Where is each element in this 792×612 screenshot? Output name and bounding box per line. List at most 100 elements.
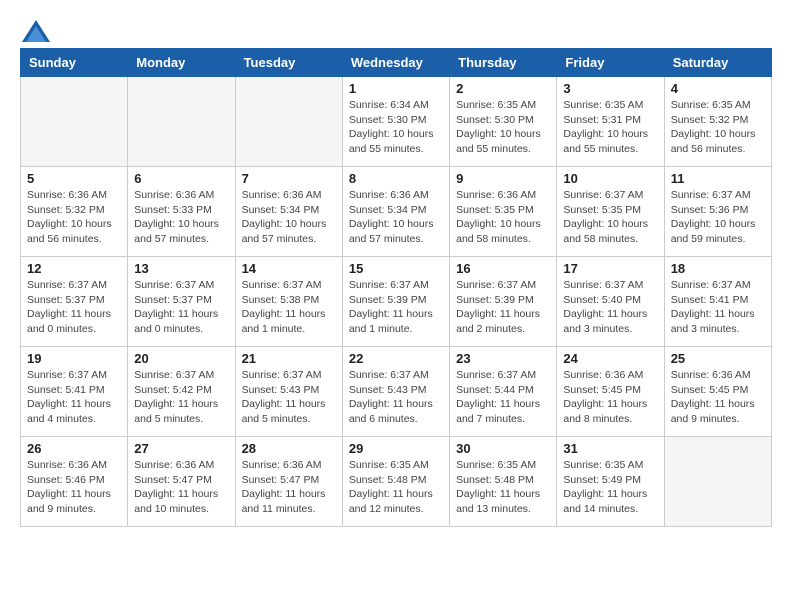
day-number: 1	[349, 81, 443, 96]
calendar-day-cell: 11 Sunrise: 6:37 AM Sunset: 5:36 PM Dayli…	[664, 167, 771, 257]
day-info: Sunrise: 6:37 AM Sunset: 5:42 PM Dayligh…	[134, 368, 228, 427]
day-info: Sunrise: 6:35 AM Sunset: 5:49 PM Dayligh…	[563, 458, 657, 517]
day-info: Sunrise: 6:37 AM Sunset: 5:40 PM Dayligh…	[563, 278, 657, 337]
day-number: 14	[242, 261, 336, 276]
day-number: 21	[242, 351, 336, 366]
calendar-day-cell: 30 Sunrise: 6:35 AM Sunset: 5:48 PM Dayli…	[450, 437, 557, 527]
day-info: Sunrise: 6:36 AM Sunset: 5:46 PM Dayligh…	[27, 458, 121, 517]
day-number: 24	[563, 351, 657, 366]
day-info: Sunrise: 6:36 AM Sunset: 5:45 PM Dayligh…	[563, 368, 657, 427]
day-info: Sunrise: 6:34 AM Sunset: 5:30 PM Dayligh…	[349, 98, 443, 157]
day-number: 2	[456, 81, 550, 96]
calendar-day-cell: 12Sunrise: 6:37 AM Sunset: 5:37 PM Dayli…	[21, 257, 128, 347]
day-number: 30	[456, 441, 550, 456]
weekday-header-friday: Friday	[557, 49, 664, 77]
calendar-week-row: 12Sunrise: 6:37 AM Sunset: 5:37 PM Dayli…	[21, 257, 772, 347]
weekday-header-row: SundayMondayTuesdayWednesdayThursdayFrid…	[21, 49, 772, 77]
day-number: 17	[563, 261, 657, 276]
day-info: Sunrise: 6:36 AM Sunset: 5:32 PM Dayligh…	[27, 188, 121, 247]
day-info: Sunrise: 6:37 AM Sunset: 5:39 PM Dayligh…	[456, 278, 550, 337]
calendar-day-cell: 18Sunrise: 6:37 AM Sunset: 5:41 PM Dayli…	[664, 257, 771, 347]
day-number: 19	[27, 351, 121, 366]
weekday-header-tuesday: Tuesday	[235, 49, 342, 77]
day-info: Sunrise: 6:35 AM Sunset: 5:31 PM Dayligh…	[563, 98, 657, 157]
day-info: Sunrise: 6:37 AM Sunset: 5:41 PM Dayligh…	[671, 278, 765, 337]
day-number: 16	[456, 261, 550, 276]
calendar-day-cell: 29 Sunrise: 6:35 AM Sunset: 5:48 PM Dayli…	[342, 437, 449, 527]
logo-icon	[22, 20, 50, 42]
day-number: 27	[134, 441, 228, 456]
calendar-week-row: 19 Sunrise: 6:37 AM Sunset: 5:41 PM Dayli…	[21, 347, 772, 437]
calendar-day-cell: 21 Sunrise: 6:37 AM Sunset: 5:43 PM Dayli…	[235, 347, 342, 437]
weekday-header-saturday: Saturday	[664, 49, 771, 77]
day-number: 9	[456, 171, 550, 186]
calendar-day-cell	[235, 77, 342, 167]
page-header	[20, 20, 772, 38]
day-info: Sunrise: 6:37 AM Sunset: 5:43 PM Dayligh…	[242, 368, 336, 427]
day-info: Sunrise: 6:35 AM Sunset: 5:30 PM Dayligh…	[456, 98, 550, 157]
day-number: 22	[349, 351, 443, 366]
day-info: Sunrise: 6:37 AM Sunset: 5:38 PM Dayligh…	[242, 278, 336, 337]
calendar-week-row: 26 Sunrise: 6:36 AM Sunset: 5:46 PM Dayli…	[21, 437, 772, 527]
day-info: Sunrise: 6:37 AM Sunset: 5:44 PM Dayligh…	[456, 368, 550, 427]
weekday-header-monday: Monday	[128, 49, 235, 77]
day-info: Sunrise: 6:36 AM Sunset: 5:45 PM Dayligh…	[671, 368, 765, 427]
day-number: 29	[349, 441, 443, 456]
day-info: Sunrise: 6:36 AM Sunset: 5:47 PM Dayligh…	[242, 458, 336, 517]
day-info: Sunrise: 6:37 AM Sunset: 5:37 PM Dayligh…	[27, 278, 121, 337]
calendar-day-cell: 20 Sunrise: 6:37 AM Sunset: 5:42 PM Dayli…	[128, 347, 235, 437]
calendar-day-cell	[664, 437, 771, 527]
logo	[20, 20, 50, 38]
day-info: Sunrise: 6:36 AM Sunset: 5:47 PM Dayligh…	[134, 458, 228, 517]
calendar-day-cell: 22 Sunrise: 6:37 AM Sunset: 5:43 PM Dayli…	[342, 347, 449, 437]
day-number: 5	[27, 171, 121, 186]
weekday-header-thursday: Thursday	[450, 49, 557, 77]
calendar-day-cell: 1 Sunrise: 6:34 AM Sunset: 5:30 PM Daylig…	[342, 77, 449, 167]
day-info: Sunrise: 6:37 AM Sunset: 5:43 PM Dayligh…	[349, 368, 443, 427]
day-number: 8	[349, 171, 443, 186]
day-info: Sunrise: 6:37 AM Sunset: 5:36 PM Dayligh…	[671, 188, 765, 247]
calendar-day-cell: 27 Sunrise: 6:36 AM Sunset: 5:47 PM Dayli…	[128, 437, 235, 527]
calendar-day-cell: 10 Sunrise: 6:37 AM Sunset: 5:35 PM Dayli…	[557, 167, 664, 257]
calendar-day-cell: 8Sunrise: 6:36 AM Sunset: 5:34 PM Daylig…	[342, 167, 449, 257]
weekday-header-wednesday: Wednesday	[342, 49, 449, 77]
calendar-day-cell: 13Sunrise: 6:37 AM Sunset: 5:37 PM Dayli…	[128, 257, 235, 347]
day-info: Sunrise: 6:37 AM Sunset: 5:37 PM Dayligh…	[134, 278, 228, 337]
calendar-week-row: 5 Sunrise: 6:36 AM Sunset: 5:32 PM Daylig…	[21, 167, 772, 257]
weekday-header-sunday: Sunday	[21, 49, 128, 77]
calendar-day-cell	[128, 77, 235, 167]
day-info: Sunrise: 6:35 AM Sunset: 5:32 PM Dayligh…	[671, 98, 765, 157]
calendar-table: SundayMondayTuesdayWednesdayThursdayFrid…	[20, 48, 772, 527]
calendar-day-cell: 7 Sunrise: 6:36 AM Sunset: 5:34 PM Daylig…	[235, 167, 342, 257]
calendar-day-cell: 2 Sunrise: 6:35 AM Sunset: 5:30 PM Daylig…	[450, 77, 557, 167]
day-info: Sunrise: 6:35 AM Sunset: 5:48 PM Dayligh…	[456, 458, 550, 517]
day-number: 20	[134, 351, 228, 366]
day-info: Sunrise: 6:36 AM Sunset: 5:34 PM Dayligh…	[242, 188, 336, 247]
day-number: 10	[563, 171, 657, 186]
calendar-day-cell: 4Sunrise: 6:35 AM Sunset: 5:32 PM Daylig…	[664, 77, 771, 167]
calendar-day-cell: 24 Sunrise: 6:36 AM Sunset: 5:45 PM Dayli…	[557, 347, 664, 437]
calendar-day-cell: 26 Sunrise: 6:36 AM Sunset: 5:46 PM Dayli…	[21, 437, 128, 527]
calendar-day-cell: 19 Sunrise: 6:37 AM Sunset: 5:41 PM Dayli…	[21, 347, 128, 437]
calendar-day-cell: 16 Sunrise: 6:37 AM Sunset: 5:39 PM Dayli…	[450, 257, 557, 347]
day-number: 6	[134, 171, 228, 186]
calendar-day-cell: 23Sunrise: 6:37 AM Sunset: 5:44 PM Dayli…	[450, 347, 557, 437]
day-info: Sunrise: 6:37 AM Sunset: 5:41 PM Dayligh…	[27, 368, 121, 427]
calendar-day-cell: 31Sunrise: 6:35 AM Sunset: 5:49 PM Dayli…	[557, 437, 664, 527]
day-info: Sunrise: 6:37 AM Sunset: 5:35 PM Dayligh…	[563, 188, 657, 247]
calendar-day-cell	[21, 77, 128, 167]
day-number: 26	[27, 441, 121, 456]
calendar-day-cell: 17 Sunrise: 6:37 AM Sunset: 5:40 PM Dayli…	[557, 257, 664, 347]
day-number: 11	[671, 171, 765, 186]
calendar-day-cell: 14 Sunrise: 6:37 AM Sunset: 5:38 PM Dayli…	[235, 257, 342, 347]
day-number: 28	[242, 441, 336, 456]
calendar-day-cell: 25 Sunrise: 6:36 AM Sunset: 5:45 PM Dayli…	[664, 347, 771, 437]
day-info: Sunrise: 6:35 AM Sunset: 5:48 PM Dayligh…	[349, 458, 443, 517]
calendar-day-cell: 6 Sunrise: 6:36 AM Sunset: 5:33 PM Daylig…	[128, 167, 235, 257]
day-number: 7	[242, 171, 336, 186]
day-number: 15	[349, 261, 443, 276]
day-number: 25	[671, 351, 765, 366]
calendar-day-cell: 5 Sunrise: 6:36 AM Sunset: 5:32 PM Daylig…	[21, 167, 128, 257]
day-info: Sunrise: 6:36 AM Sunset: 5:33 PM Dayligh…	[134, 188, 228, 247]
calendar-day-cell: 15Sunrise: 6:37 AM Sunset: 5:39 PM Dayli…	[342, 257, 449, 347]
